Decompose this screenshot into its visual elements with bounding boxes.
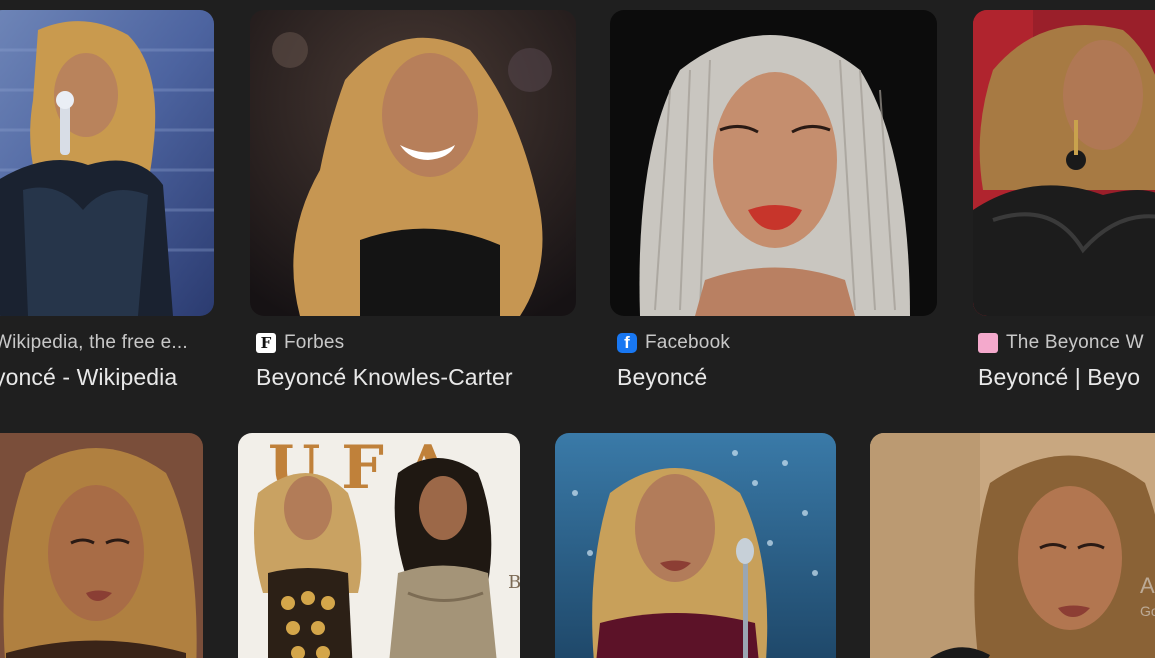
image-thumbnail[interactable] — [610, 10, 937, 316]
result-title[interactable]: Beyoncé Knowles-Carter — [256, 364, 513, 391]
svg-text:B: B — [508, 572, 520, 593]
image-result-5[interactable] — [0, 430, 210, 658]
result-source-label: Forbes — [284, 332, 345, 353]
image-result-6[interactable]: U F A I O K B — [235, 430, 525, 658]
result-source-label: Wikipedia, the free e... — [0, 332, 188, 353]
result-source: The Beyonce W — [978, 331, 1144, 355]
image-result-3[interactable]: f Facebook Beyoncé — [608, 0, 943, 400]
image-results-grid: Wikipedia, the free e... yoncé - Wikiped… — [0, 0, 1155, 658]
result-title[interactable]: yoncé - Wikipedia — [0, 364, 177, 391]
image-result-2[interactable]: F Forbes Beyoncé Knowles-Carter — [248, 0, 578, 400]
image-result-7[interactable] — [553, 430, 843, 658]
image-thumbnail[interactable] — [555, 433, 836, 658]
image-thumbnail[interactable] — [250, 10, 576, 316]
result-source: F Forbes — [256, 331, 344, 355]
result-title[interactable]: Beyoncé — [617, 364, 707, 391]
image-result-1[interactable]: Wikipedia, the free e... yoncé - Wikiped… — [0, 0, 220, 400]
svg-text:Go: Go — [1140, 603, 1155, 619]
result-source: f Facebook — [617, 331, 730, 355]
image-result-4[interactable]: The Beyonce W Beyoncé | Beyo — [970, 0, 1155, 400]
result-title[interactable]: Beyoncé | Beyo — [978, 364, 1140, 391]
pink-square-icon — [978, 333, 998, 353]
svg-text:A: A — [1140, 573, 1155, 598]
image-result-8[interactable]: A Go — [868, 430, 1155, 658]
image-thumbnail[interactable] — [0, 10, 214, 316]
facebook-icon: f — [617, 333, 637, 353]
image-thumbnail[interactable] — [0, 433, 203, 658]
forbes-icon: F — [256, 333, 276, 353]
image-thumbnail[interactable]: U F A I O K B — [238, 433, 520, 658]
result-source-label: Facebook — [645, 332, 731, 353]
image-thumbnail[interactable]: A Go — [870, 433, 1155, 658]
image-thumbnail[interactable] — [973, 10, 1155, 316]
result-source-label: The Beyonce W — [1006, 332, 1144, 353]
result-source: Wikipedia, the free e... — [0, 331, 188, 355]
